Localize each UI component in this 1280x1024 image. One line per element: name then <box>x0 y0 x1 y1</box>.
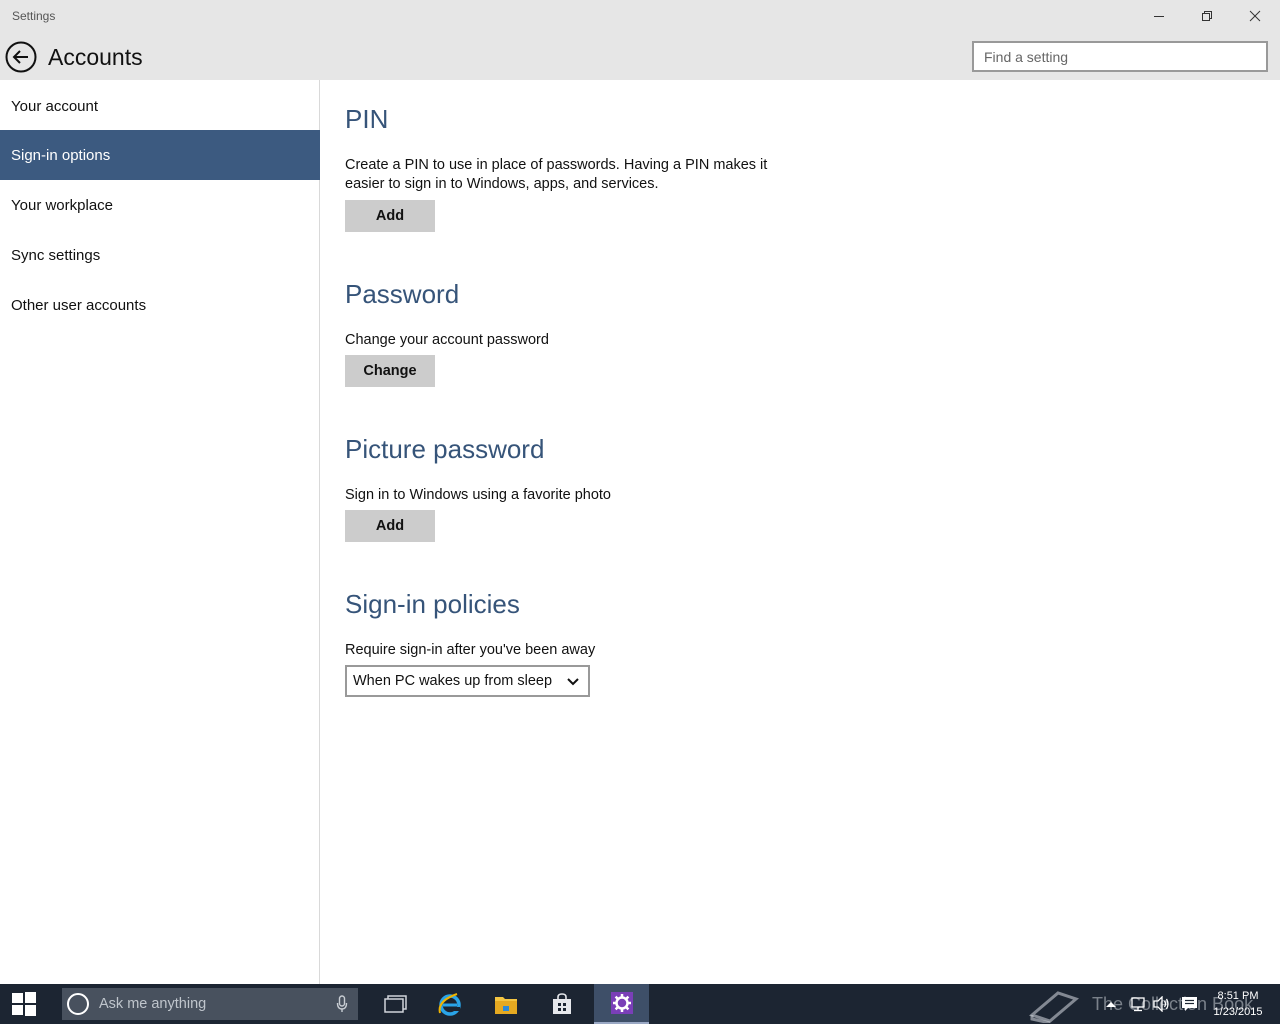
password-description: Change your account password <box>345 332 549 348</box>
task-view-button[interactable] <box>372 984 420 1024</box>
pin-section-title: PIN <box>345 104 389 134</box>
picture-password-add-button[interactable]: Add <box>345 510 435 542</box>
main-content: PIN Create a PIN to use in place of pass… <box>321 80 1280 984</box>
sign-in-policies-section-title: Sign-in policies <box>345 589 520 619</box>
search-input[interactable] <box>974 43 1266 70</box>
minimize-button[interactable] <box>1136 0 1182 32</box>
internet-explorer-icon <box>438 993 461 1016</box>
cortana-icon <box>67 993 89 1015</box>
require-sign-in-dropdown[interactable]: When PC wakes up from sleep <box>345 665 590 697</box>
back-button[interactable] <box>4 40 38 74</box>
gear-icon <box>610 992 633 1014</box>
sidebar-item-label: Your account <box>11 97 99 115</box>
back-arrow-icon <box>5 41 37 73</box>
sidebar-item-other-user-accounts[interactable]: Other user accounts <box>0 280 320 330</box>
sidebar-item-label: Sync settings <box>11 246 101 264</box>
sidebar-item-sign-in-options[interactable]: Sign-in options <box>0 130 320 180</box>
password-change-button[interactable]: Change <box>345 355 435 387</box>
close-button[interactable] <box>1232 0 1278 32</box>
settings-taskbar-button[interactable] <box>594 984 649 1024</box>
task-view-icon <box>384 995 407 1013</box>
clock-time: 8:51 PM <box>1217 990 1259 1002</box>
sidebar-item-label: Other user accounts <box>11 296 147 314</box>
chevron-up-icon[interactable] <box>1106 1000 1116 1008</box>
microphone-icon <box>336 995 348 1012</box>
book-icon <box>1028 991 1080 1023</box>
sidebar-item-label: Your workplace <box>11 196 114 214</box>
sidebar-item-your-workplace[interactable]: Your workplace <box>0 180 320 230</box>
restore-icon <box>1202 11 1212 21</box>
minimize-icon <box>1154 16 1164 17</box>
internet-explorer-button[interactable] <box>426 984 474 1024</box>
settings-header: Accounts <box>0 32 1280 80</box>
chevron-down-icon <box>567 678 579 686</box>
folder-icon <box>495 997 517 1014</box>
restore-button[interactable] <box>1184 0 1230 32</box>
sidebar-item-sync-settings[interactable]: Sync settings <box>0 230 320 280</box>
clock-date: 1/23/2015 <box>1213 1006 1263 1018</box>
sidebar-item-label: Sign-in options <box>11 146 111 164</box>
action-center-icon[interactable] <box>1181 996 1198 1012</box>
dropdown-selected-value: When PC wakes up from sleep <box>353 673 553 689</box>
sidebar: Your account Sign-in options Your workpl… <box>0 80 320 984</box>
picture-password-description: Sign in to Windows using a favorite phot… <box>345 487 611 503</box>
cortana-placeholder: Ask me anything <box>99 996 207 1012</box>
taskbar: Ask me anything The Collection Book 8:51… <box>0 984 1280 1024</box>
sidebar-item-your-account[interactable]: Your account <box>0 81 320 131</box>
clock[interactable]: 8:51 PM 1/23/2015 <box>1206 988 1270 1020</box>
pin-add-button[interactable]: Add <box>345 200 435 232</box>
page-title: Accounts <box>48 44 143 70</box>
network-icon[interactable] <box>1130 996 1146 1012</box>
windows-logo-icon <box>12 992 36 1016</box>
file-explorer-button[interactable] <box>482 984 530 1024</box>
search-box[interactable] <box>972 41 1268 72</box>
close-icon <box>1249 10 1261 22</box>
picture-password-section-title: Picture password <box>345 434 545 464</box>
title-bar: Settings <box>0 0 1280 32</box>
store-bag-icon <box>553 993 571 1014</box>
cortana-search-box[interactable]: Ask me anything <box>62 988 358 1020</box>
sign-in-policies-description: Require sign-in after you've been away <box>345 642 596 658</box>
store-button[interactable] <box>538 984 586 1024</box>
start-button[interactable] <box>0 984 48 1024</box>
window-title: Settings <box>12 9 56 23</box>
pin-description: Create a PIN to use in place of password… <box>345 157 768 192</box>
password-section-title: Password <box>345 279 460 309</box>
volume-icon[interactable] <box>1153 996 1171 1012</box>
